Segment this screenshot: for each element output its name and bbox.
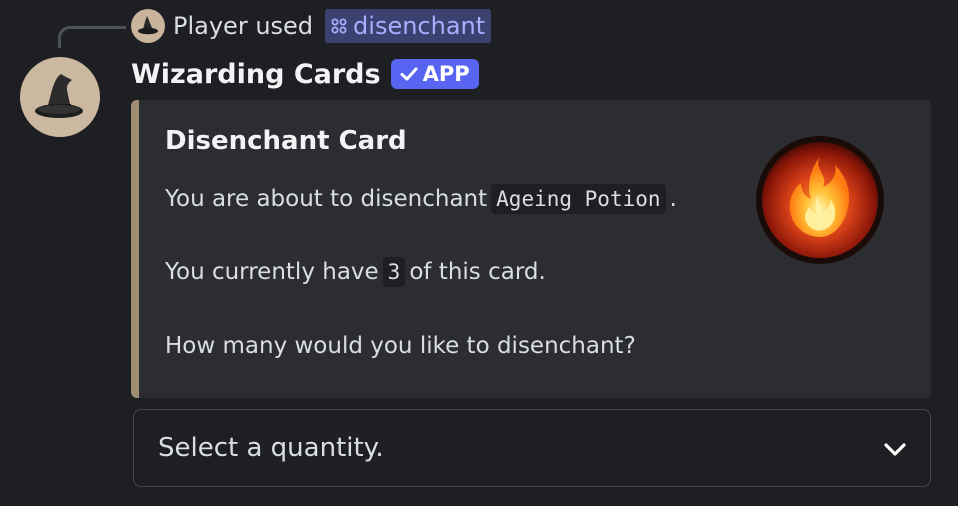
- embed-title: Disenchant Card: [165, 126, 407, 156]
- embed-card: Disenchant Card You are about to disench…: [131, 100, 931, 398]
- embed-line-question: How many would you like to disenchant?: [165, 333, 636, 359]
- message-header: Wizarding Cards APP: [131, 56, 479, 92]
- line1-suffix: .: [669, 186, 677, 212]
- command-chip[interactable]: disenchant: [325, 9, 492, 43]
- line2-prefix: You currently have: [165, 259, 379, 285]
- command-user[interactable]: Player: [173, 12, 248, 40]
- chevron-down-icon[interactable]: [882, 438, 908, 460]
- card-name-code: Ageing Potion: [491, 184, 666, 214]
- line2-suffix: of this card.: [409, 259, 546, 285]
- player-avatar[interactable]: [131, 9, 165, 43]
- wizard-hat-icon: [35, 74, 83, 118]
- slash-command-icon: [331, 18, 347, 34]
- app-badge-label: APP: [422, 62, 470, 86]
- embed-line-disenchant: You are about to disenchant Ageing Potio…: [165, 184, 677, 214]
- discord-message: Player used disenchant Wizarding Cards A…: [0, 0, 958, 506]
- line1-prefix: You are about to disenchant: [165, 186, 488, 212]
- card-count-code: 3: [382, 257, 406, 287]
- command-name: disenchant: [353, 12, 486, 40]
- bot-name[interactable]: Wizarding Cards: [131, 59, 381, 90]
- wizard-hat-icon: [138, 16, 158, 35]
- bot-avatar[interactable]: [20, 57, 100, 137]
- checkmark-icon: [400, 67, 418, 81]
- fire-icon[interactable]: [753, 133, 887, 267]
- reply-spine: [58, 26, 126, 48]
- embed-line-owned: You currently have 3 of this card.: [165, 257, 546, 287]
- quantity-select-placeholder: Select a quantity.: [158, 433, 384, 463]
- app-badge: APP: [390, 59, 479, 89]
- quantity-select[interactable]: Select a quantity.: [133, 409, 931, 487]
- command-user-text: Player used: [173, 12, 313, 40]
- command-reference[interactable]: Player used disenchant: [131, 8, 492, 44]
- command-action: used: [255, 12, 314, 40]
